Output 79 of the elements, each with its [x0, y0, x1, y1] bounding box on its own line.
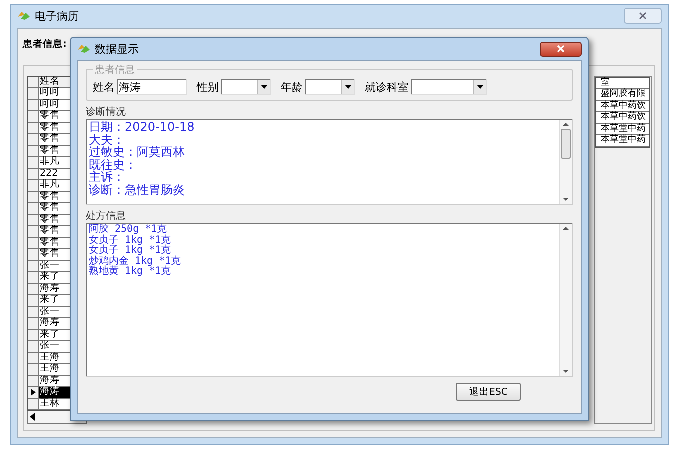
- text-line: 主诉：: [89, 171, 126, 184]
- text-line: 炒鸡内金 1kg *1克: [89, 256, 182, 266]
- section-label: 诊断情况: [86, 106, 127, 119]
- scroll-up-icon[interactable]: [562, 122, 570, 127]
- dropdown[interactable]: [411, 79, 487, 95]
- row-header-cell[interactable]: [28, 352, 39, 363]
- row-header-cell[interactable]: [28, 88, 39, 98]
- row-header-cell[interactable]: [28, 284, 39, 294]
- vertical-scrollbar[interactable]: [559, 120, 572, 204]
- close-icon: [639, 12, 647, 20]
- field-label: 性别: [197, 80, 219, 94]
- table-cell: 本草中药饮: [596, 112, 649, 124]
- dropdown[interactable]: [305, 79, 355, 95]
- dropdown-arrow-icon: [260, 85, 268, 89]
- row-header-cell[interactable]: [28, 100, 39, 110]
- patient-label: 患者信息:: [23, 38, 67, 51]
- exit-button[interactable]: 退出ESC: [456, 383, 521, 401]
- row-header-cell[interactable]: [28, 203, 39, 214]
- scroll-thumb[interactable]: [561, 129, 571, 159]
- text-line: 阿胶 250g *1克: [89, 225, 168, 235]
- text-line: 大夫：: [89, 134, 126, 146]
- row-header-cell[interactable]: [28, 387, 39, 398]
- table-cell: 盛阿胶有限: [596, 89, 649, 100]
- text-line: 女贞子 1kg *1克: [89, 246, 172, 256]
- row-header-cell[interactable]: [28, 249, 39, 260]
- row-header-cell[interactable]: [28, 295, 39, 306]
- table-cell: 本草堂中药: [596, 124, 649, 135]
- text-line: 过敏史：阿莫西林: [89, 146, 186, 158]
- scroll-down-icon[interactable]: [562, 197, 570, 202]
- field-label: 姓名: [93, 80, 115, 94]
- row-header-cell[interactable]: [28, 157, 39, 168]
- row-header-cell[interactable]: [28, 364, 39, 374]
- text-line: 女贞子 1kg *1克: [89, 236, 172, 246]
- app-icon: [77, 44, 91, 54]
- field-label: 年龄: [281, 80, 303, 94]
- row-header-cell[interactable]: [28, 168, 39, 179]
- row-header-cell[interactable]: [28, 122, 39, 133]
- text-line: 既往史：: [89, 158, 138, 171]
- dialog-title: 数据显示: [95, 42, 139, 56]
- name-input-field[interactable]: 海涛: [117, 79, 187, 95]
- section-label: 处方信息: [86, 210, 127, 223]
- vertical-scrollbar[interactable]: [559, 224, 572, 376]
- text-line: 诊断：急性胃肠炎: [89, 184, 186, 196]
- scroll-up-icon[interactable]: [562, 226, 570, 231]
- row-header-cell[interactable]: [28, 260, 39, 271]
- row-header-cell[interactable]: [28, 180, 39, 190]
- row-header-cell[interactable]: [28, 306, 39, 317]
- app-icon: [17, 11, 31, 22]
- row-header-cell[interactable]: [28, 272, 39, 282]
- scroll-down-icon[interactable]: [562, 369, 570, 374]
- row-header-cell[interactable]: [28, 376, 39, 386]
- close-button[interactable]: [540, 42, 582, 56]
- group-title: 患者信息: [93, 63, 137, 77]
- row-header-cell[interactable]: [28, 214, 39, 225]
- row-header-cell[interactable]: [28, 330, 39, 340]
- column-header[interactable]: 室: [596, 78, 649, 89]
- row-header-cell[interactable]: [28, 398, 39, 409]
- close-button[interactable]: [624, 8, 662, 24]
- field-label: 就诊科室: [365, 80, 409, 94]
- row-header-cell[interactable]: [28, 238, 39, 248]
- row-header-cell[interactable]: [28, 341, 39, 352]
- text-line: 日期：2020-10-18: [89, 121, 196, 134]
- dropdown-arrow-icon: [344, 85, 352, 89]
- close-icon: [557, 45, 565, 53]
- row-header-cell[interactable]: [28, 318, 39, 328]
- diagnosis-text-area[interactable]: 日期：2020-10-18 大夫： 过敏史：阿莫西林 既往史： 主诉： 诊断：急性胃肠炎: [86, 119, 573, 205]
- row-header-cell[interactable]: [28, 226, 39, 236]
- dropdown-arrow-icon: [476, 85, 484, 89]
- table-cell: 本草中药饮: [596, 100, 649, 112]
- row-header-cell[interactable]: [28, 192, 39, 202]
- prescription-text-area[interactable]: 阿胶 250g *1克 女贞子 1kg *1克 女贞子 1kg *1克 炒鸡内金 1kg *1克 熟地黄 1kg *1克: [86, 223, 573, 377]
- dropdown[interactable]: [221, 79, 271, 95]
- table-cell: 本草堂中药: [596, 135, 649, 146]
- row-header-cell[interactable]: [28, 111, 39, 122]
- text-line: 熟地黄 1kg *1克: [89, 267, 172, 278]
- row-header-cell[interactable]: [28, 146, 39, 156]
- row-header-cell[interactable]: [28, 134, 39, 144]
- window-title: 电子病历: [35, 8, 79, 24]
- scroll-left-icon[interactable]: [30, 413, 35, 421]
